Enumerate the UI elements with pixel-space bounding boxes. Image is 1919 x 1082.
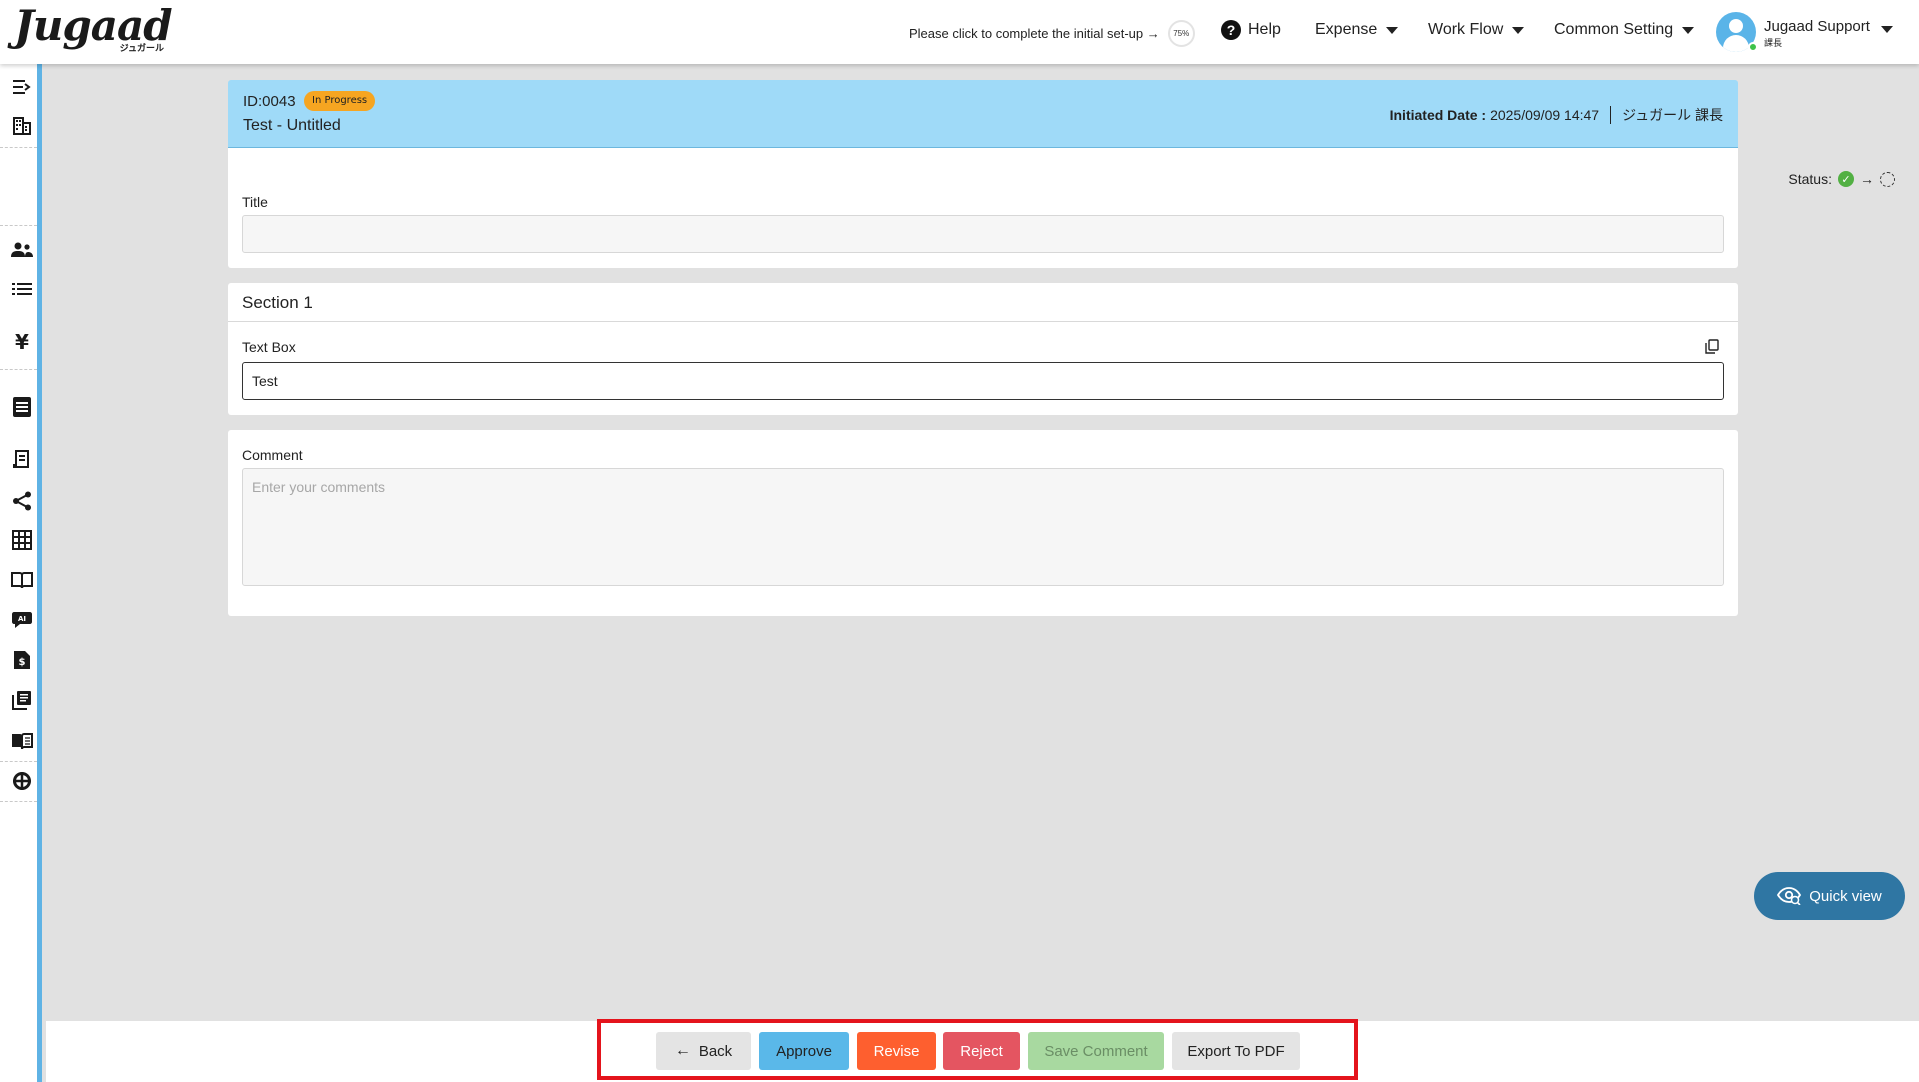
menu-common-setting[interactable]: Common Setting xyxy=(1554,21,1695,39)
section-divider xyxy=(228,321,1738,322)
help-icon: ? xyxy=(1221,20,1241,40)
svg-text:$: $ xyxy=(19,657,26,668)
reject-button[interactable]: Reject xyxy=(943,1032,1020,1070)
export-pdf-button[interactable]: Export To PDF xyxy=(1172,1032,1300,1070)
status-badge: In Progress xyxy=(304,91,376,111)
logo-subtitle: ジュガール xyxy=(119,44,164,54)
caret-down-icon xyxy=(1512,26,1525,34)
setup-prompt-text: Please click to complete the initial set… xyxy=(909,25,1160,41)
share-icon[interactable] xyxy=(10,489,34,513)
check-circle-icon: ✓ xyxy=(1838,171,1854,187)
expand-sidebar-icon[interactable] xyxy=(10,75,34,99)
initiated-info: Initiated Date : 2025/09/09 14:47 ジュガール … xyxy=(1390,105,1723,125)
initiator-name: ジュガール 課長 xyxy=(1622,107,1723,123)
request-header: ID:0043 In Progress Test - Untitled Init… xyxy=(228,80,1738,148)
online-status-icon xyxy=(1748,42,1758,52)
comment-textarea[interactable] xyxy=(242,468,1724,586)
user-role: 課長 xyxy=(1764,39,1783,49)
save-comment-button[interactable]: Save Comment xyxy=(1028,1032,1164,1070)
building-icon[interactable] xyxy=(10,113,34,137)
manual-icon[interactable] xyxy=(10,729,34,753)
back-button[interactable]: ← Back xyxy=(656,1032,751,1070)
menu-expense[interactable]: Expense xyxy=(1315,21,1399,39)
quick-view-label: Quick view xyxy=(1809,887,1882,905)
yen-icon[interactable]: ¥ xyxy=(10,330,34,354)
users-icon[interactable] xyxy=(10,238,34,262)
arrow-right-icon: → xyxy=(1860,171,1874,187)
library-icon[interactable] xyxy=(10,688,34,712)
list-icon[interactable] xyxy=(10,277,34,301)
top-header: Jugaad ジュガール Please click to complete th… xyxy=(0,0,1919,64)
initiated-date-label: Initiated Date : xyxy=(1389,107,1487,123)
menu-work-flow[interactable]: Work Flow xyxy=(1428,21,1525,39)
comment-label: Comment xyxy=(242,447,303,463)
book-icon[interactable] xyxy=(10,568,34,592)
menu-work-flow-label: Work Flow xyxy=(1428,21,1504,38)
initiated-date: 2025/09/09 14:47 xyxy=(1490,107,1600,123)
support-icon[interactable] xyxy=(10,769,34,793)
section-title: Section 1 xyxy=(242,293,313,312)
caret-down-icon xyxy=(1682,26,1695,34)
title-input[interactable] xyxy=(242,215,1724,253)
help-link[interactable]: ? Help xyxy=(1221,20,1281,40)
pending-circle-icon xyxy=(1880,171,1895,187)
copy-icon[interactable] xyxy=(1705,339,1719,354)
user-name: Jugaad Support xyxy=(1764,18,1870,35)
menu-common-setting-label: Common Setting xyxy=(1554,21,1674,38)
status-label: Status: xyxy=(1788,171,1832,187)
approve-button[interactable]: Approve xyxy=(759,1032,849,1070)
ai-chat-icon[interactable]: AI xyxy=(10,608,34,632)
request-title: Test - Untitled xyxy=(243,117,341,134)
request-id: ID:0043 xyxy=(243,93,296,110)
document-icon[interactable] xyxy=(10,395,34,419)
receipt-icon[interactable] xyxy=(10,448,34,472)
setup-progress-badge: 75% xyxy=(1167,19,1195,47)
title-label: Title xyxy=(242,194,268,210)
eye-icon xyxy=(1777,887,1802,905)
textbox-label: Text Box xyxy=(242,339,296,355)
textbox-input[interactable] xyxy=(242,362,1724,400)
back-button-label: Back xyxy=(698,1042,733,1060)
arrow-left-icon: ← xyxy=(674,1042,691,1059)
menu-expense-label: Expense xyxy=(1315,21,1378,38)
app-logo[interactable]: Jugaad ジュガール xyxy=(14,4,173,55)
workflow-status: Status: ✓ → xyxy=(1788,171,1895,187)
svg-text:AI: AI xyxy=(18,615,26,623)
quick-view-button[interactable]: Quick view xyxy=(1754,872,1905,920)
caret-down-icon xyxy=(1386,26,1399,34)
revise-button[interactable]: Revise xyxy=(857,1032,936,1070)
invoice-icon[interactable]: $ xyxy=(10,648,34,672)
sidebar: ¥ AI $ xyxy=(0,64,42,1082)
grid-icon[interactable] xyxy=(10,528,34,552)
caret-down-icon xyxy=(1881,26,1893,33)
help-label: Help xyxy=(1248,21,1281,38)
setup-prompt-link[interactable]: Please click to complete the initial set… xyxy=(909,19,1195,47)
